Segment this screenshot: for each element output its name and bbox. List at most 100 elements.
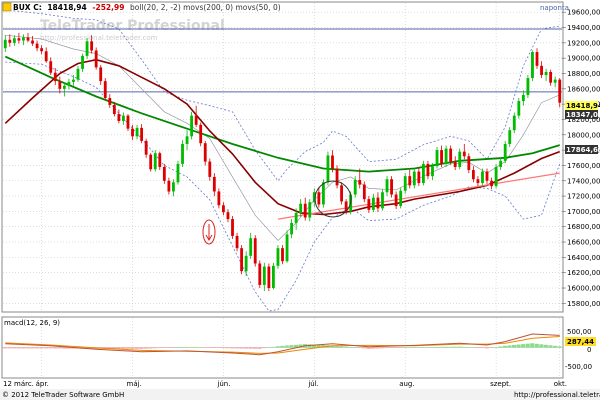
candle-body[interactable] <box>108 98 112 105</box>
candle-body[interactable] <box>294 212 298 223</box>
candle-body[interactable] <box>308 202 312 218</box>
candle-body[interactable] <box>376 197 380 209</box>
candle-body[interactable] <box>426 163 430 177</box>
candle-body[interactable] <box>326 155 330 183</box>
candle-body[interactable] <box>526 78 530 95</box>
candle-body[interactable] <box>408 176 412 186</box>
candle-body[interactable] <box>531 52 534 79</box>
candle-body[interactable] <box>240 248 244 272</box>
candle-body[interactable] <box>158 153 162 167</box>
candle-body[interactable] <box>90 41 94 51</box>
candle-body[interactable] <box>253 238 257 264</box>
candle-body[interactable] <box>131 128 134 137</box>
candle-body[interactable] <box>358 179 362 185</box>
candle-body[interactable] <box>490 180 493 187</box>
candle-body[interactable] <box>62 85 66 89</box>
candle-body[interactable] <box>512 115 516 131</box>
candle-body[interactable] <box>299 203 303 213</box>
candle-body[interactable] <box>549 71 553 83</box>
candle-body[interactable] <box>367 199 371 210</box>
candle-body[interactable] <box>49 61 53 73</box>
candle-body[interactable] <box>199 124 203 144</box>
candle-body[interactable] <box>190 115 194 137</box>
candle-body[interactable] <box>503 143 507 161</box>
candle-body[interactable] <box>26 37 30 41</box>
candle-body[interactable] <box>122 115 125 121</box>
candle-body[interactable] <box>540 65 543 76</box>
candle-body[interactable] <box>381 192 384 209</box>
candle-body[interactable] <box>440 150 443 164</box>
candle-body[interactable] <box>267 266 271 289</box>
candle-body[interactable] <box>208 161 212 177</box>
candle-body[interactable] <box>244 255 248 272</box>
candle-body[interactable] <box>385 179 389 193</box>
candle-body[interactable] <box>94 50 98 68</box>
candle-body[interactable] <box>112 104 116 115</box>
candle-body[interactable] <box>85 41 89 56</box>
candle-body[interactable] <box>417 171 421 184</box>
candle-body[interactable] <box>99 67 103 82</box>
candle-body[interactable] <box>203 143 207 162</box>
candle-body[interactable] <box>181 143 184 164</box>
candle-body[interactable] <box>117 114 121 121</box>
candle-body[interactable] <box>153 153 157 170</box>
footer-url[interactable]: http://professional.teletrader.com <box>514 391 600 399</box>
candle-body[interactable] <box>212 176 216 192</box>
candle-body[interactable] <box>453 161 457 167</box>
candle-body[interactable] <box>162 166 166 181</box>
timeframe-label[interactable]: naponta <box>540 4 569 12</box>
candle-body[interactable] <box>226 212 230 220</box>
candle-body[interactable] <box>44 51 48 62</box>
candle-body[interactable] <box>67 81 71 86</box>
candle-body[interactable] <box>394 194 398 207</box>
candle-body[interactable] <box>285 234 289 262</box>
candle-body[interactable] <box>499 160 503 167</box>
candle-body[interactable] <box>458 151 462 167</box>
candle-body[interactable] <box>53 72 57 82</box>
candle-body[interactable] <box>494 166 498 187</box>
candle-body[interactable] <box>462 151 466 157</box>
candle-body[interactable] <box>399 190 403 207</box>
candle-body[interactable] <box>140 127 144 141</box>
candle-body[interactable] <box>258 263 262 285</box>
candle-body[interactable] <box>149 154 153 170</box>
candle-body[interactable] <box>31 40 34 44</box>
candle-body[interactable] <box>321 182 325 205</box>
candle-body[interactable] <box>144 140 148 155</box>
candle-body[interactable] <box>558 79 562 103</box>
candle-body[interactable] <box>553 79 557 83</box>
candle-body[interactable] <box>126 115 130 129</box>
candle-body[interactable] <box>431 166 434 177</box>
candle-body[interactable] <box>362 184 366 200</box>
candle-body[interactable] <box>290 222 293 235</box>
candle-body[interactable] <box>471 170 475 180</box>
candle-body[interactable] <box>272 265 275 289</box>
candle-body[interactable] <box>185 136 189 144</box>
candle-body[interactable] <box>340 185 343 202</box>
candle-body[interactable] <box>17 38 21 41</box>
candle-body[interactable] <box>194 115 198 125</box>
candle-body[interactable] <box>390 179 393 195</box>
candle-body[interactable] <box>276 248 280 266</box>
candle-body[interactable] <box>222 205 225 213</box>
candle-body[interactable] <box>35 43 39 49</box>
candle-body[interactable] <box>353 179 357 195</box>
candle-body[interactable] <box>485 171 489 181</box>
candle-body[interactable] <box>262 266 266 285</box>
candle-body[interactable] <box>317 192 321 205</box>
candle-body[interactable] <box>103 81 107 99</box>
candle-body[interactable] <box>476 179 480 184</box>
candle-body[interactable] <box>176 163 180 183</box>
candle-body[interactable] <box>403 176 407 191</box>
candle-body[interactable] <box>172 182 175 192</box>
candle-body[interactable] <box>449 148 453 162</box>
candle-body[interactable] <box>435 150 439 167</box>
candle-body[interactable] <box>135 127 139 137</box>
candle-body[interactable] <box>421 163 425 184</box>
candle-body[interactable] <box>81 55 84 69</box>
candle-body[interactable] <box>12 38 16 43</box>
candle-body[interactable] <box>231 219 234 236</box>
candle-body[interactable] <box>521 94 525 102</box>
candle-body[interactable] <box>22 37 25 41</box>
chart-canvas[interactable]: TeleTrader Professional http://professio… <box>0 0 600 400</box>
